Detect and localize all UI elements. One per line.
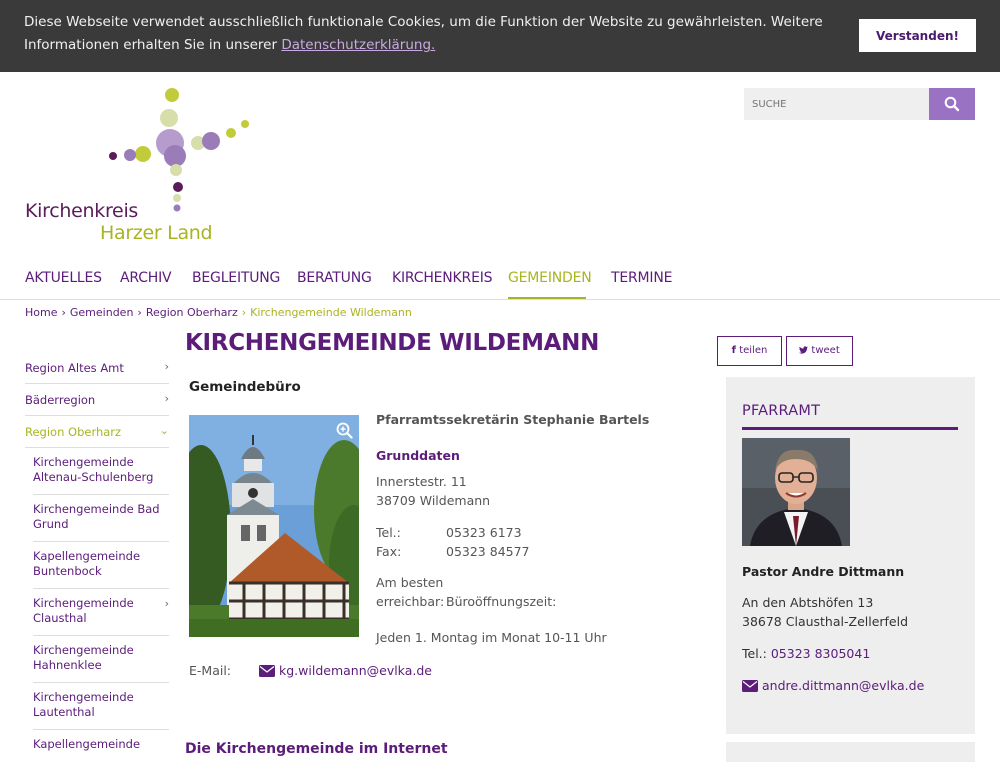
- facebook-share-label: teilen: [739, 345, 768, 356]
- facebook-share-button[interactable]: f teilen: [717, 336, 782, 366]
- chevron-right-icon: ›: [61, 306, 66, 319]
- church-photo[interactable]: [189, 415, 359, 637]
- pfarramt-email-row[interactable]: andre.dittmann@evlka.de: [742, 676, 924, 695]
- twitter-share-button[interactable]: tweet: [786, 336, 853, 366]
- breadcrumb-current: Kirchengemeinde Wildemann: [250, 306, 412, 319]
- nav-item-kirchenkreis[interactable]: KIRCHENKREIS: [392, 270, 493, 286]
- church-image: [189, 415, 359, 637]
- secretary-name: Pfarramtssekretärin Stephanie Bartels: [376, 412, 650, 427]
- search-icon: [944, 96, 960, 112]
- logo-text-harzer-land: Harzer Land: [100, 222, 213, 244]
- internet-heading: Die Kirchengemeinde im Internet: [185, 741, 448, 757]
- breadcrumb-gemeinden[interactable]: Gemeinden: [70, 306, 134, 319]
- sidebar-item-label: Kirchengemeinde Hahnenklee: [33, 643, 134, 672]
- nav-item-termine[interactable]: TERMINE: [611, 270, 672, 286]
- office-email[interactable]: kg.wildemann@evlka.de: [279, 663, 432, 678]
- office-reach-label-2: erreichbar:: [376, 594, 445, 609]
- pfarramt-phone-row: Tel.: 05323 8305041: [742, 644, 870, 663]
- nav-item-begleitung[interactable]: BEGLEITUNG: [192, 270, 280, 286]
- chevron-right-icon: ›: [164, 360, 169, 373]
- office-heading: Gemeindebüro: [189, 379, 301, 395]
- secondary-card: [726, 742, 975, 762]
- pastor-portrait: [742, 438, 850, 546]
- envelope-icon: [259, 665, 275, 677]
- office-reach-value: Büroöffnungszeit:: [446, 594, 557, 609]
- accept-cookies-button[interactable]: Verstanden!: [859, 19, 976, 52]
- pfarramt-email[interactable]: andre.dittmann@evlka.de: [762, 678, 924, 693]
- pfarramt-city: 38678 Clausthal-Zellerfeld: [742, 614, 909, 629]
- envelope-icon: [742, 680, 758, 692]
- chevron-right-icon: ›: [164, 392, 169, 405]
- office-tel[interactable]: 05323 6173: [446, 523, 522, 542]
- chevron-right-icon: ›: [164, 597, 169, 610]
- zoom-in-icon[interactable]: [336, 422, 353, 439]
- chevron-right-icon: ›: [137, 306, 142, 319]
- cookie-bar: Diese Webseite verwendet ausschließlich …: [0, 0, 1000, 72]
- nav-item-beratung[interactable]: BERATUNG: [297, 270, 372, 286]
- facebook-icon: f: [731, 345, 737, 356]
- grunddaten-heading: Grunddaten: [376, 448, 460, 463]
- sidebar-item-label: Region Altes Amt: [25, 361, 124, 375]
- nav-item-archiv[interactable]: ARCHIV: [120, 270, 172, 286]
- privacy-policy-link[interactable]: Datenschutzerklärung.: [281, 37, 435, 53]
- breadcrumb-region-oberharz[interactable]: Region Oberharz: [146, 306, 238, 319]
- cookie-message: Diese Webseite verwendet ausschließlich …: [24, 11, 844, 57]
- page-title: KIRCHENGEMEINDE WILDEMANN: [185, 330, 600, 356]
- search-input[interactable]: [744, 88, 929, 120]
- office-fax-label: Fax:: [376, 544, 402, 559]
- sidebar-item-label: Kirchengemeinde Altenau-Schulenberg: [33, 455, 154, 484]
- sidebar-item-label: Bäderregion: [25, 393, 96, 407]
- breadcrumb: Home › Gemeinden › Region Oberharz › Kirchenge…: [25, 306, 412, 319]
- sidebar-navigation: Region Altes Amt › Bäderregion › Region …: [25, 352, 169, 777]
- nav-item-gemeinden[interactable]: GEMEINDEN: [508, 270, 592, 286]
- nav-item-aktuelles[interactable]: AKTUELLES: [25, 270, 102, 286]
- twitter-icon: [799, 346, 809, 354]
- chevron-right-icon: ›: [241, 306, 247, 319]
- sidebar-subitem-hahnenklee[interactable]: Kirchengemeinde Hahnenklee: [33, 636, 169, 683]
- site-logo[interactable]: Kirchenkreis Harzer Land: [24, 85, 254, 245]
- office-reach-label-1: Am besten: [376, 575, 444, 590]
- pfarramt-title: PFARRAMT: [742, 403, 821, 419]
- office-email-link[interactable]: kg.wildemann@evlka.de: [259, 661, 432, 680]
- pfarramt-divider: [742, 427, 958, 430]
- office-tel-label: Tel.:: [376, 525, 401, 540]
- sidebar-subitem-altenau-schulenberg[interactable]: Kirchengemeinde Altenau-Schulenberg: [33, 448, 169, 495]
- sidebar-item-label: Kirchengemeinde Bad Grund: [33, 502, 160, 531]
- search-button[interactable]: [929, 88, 975, 120]
- sidebar-item-baederregion[interactable]: Bäderregion ›: [25, 384, 169, 416]
- office-email-label: E-Mail:: [189, 663, 232, 678]
- search-bar: [744, 88, 975, 120]
- sidebar-subitem-kapellengemeinde[interactable]: Kapellengemeinde: [33, 730, 169, 777]
- office-city: 38709 Wildemann: [376, 493, 491, 508]
- sidebar-subitem-lautenthal[interactable]: Kirchengemeinde Lautenthal: [33, 683, 169, 730]
- pfarramt-tel-label: Tel.:: [742, 646, 767, 661]
- logo-text-kirchenkreis: Kirchenkreis: [25, 200, 139, 222]
- chevron-down-icon: ⌄: [159, 424, 169, 437]
- nav-divider: [0, 299, 1000, 300]
- sidebar-item-label: Kapellengemeinde Buntenbock: [33, 549, 141, 578]
- sidebar-item-region-altes-amt[interactable]: Region Altes Amt ›: [25, 352, 169, 384]
- pastor-photo: [742, 438, 850, 546]
- pastor-name: Pastor Andre Dittmann: [742, 564, 905, 579]
- sidebar-subitem-buntenbock[interactable]: Kapellengemeinde Buntenbock: [33, 542, 169, 589]
- pfarramt-card: PFARRAMT Pastor Andre Dittmann An den Ab…: [726, 377, 975, 734]
- sidebar-subitem-bad-grund[interactable]: Kirchengemeinde Bad Grund: [33, 495, 169, 542]
- office-fax: 05323 84577: [446, 544, 530, 559]
- sidebar-item-label: Region Oberharz: [25, 425, 122, 439]
- sidebar-item-region-oberharz[interactable]: Region Oberharz ⌄: [25, 416, 169, 448]
- breadcrumb-home[interactable]: Home: [25, 306, 57, 319]
- sidebar-subitem-clausthal[interactable]: Kirchengemeinde Clausthal ›: [33, 589, 169, 636]
- office-hours: Jeden 1. Montag im Monat 10-11 Uhr: [376, 630, 607, 645]
- sidebar-item-label: Kirchengemeinde Clausthal: [33, 596, 134, 625]
- pfarramt-street: An den Abtshöfen 13: [742, 595, 874, 610]
- sidebar-item-label: Kirchengemeinde Lautenthal: [33, 690, 134, 719]
- twitter-share-label: tweet: [811, 345, 840, 356]
- pfarramt-tel[interactable]: 05323 8305041: [771, 646, 870, 661]
- office-street: Innerstestr. 11: [376, 474, 467, 489]
